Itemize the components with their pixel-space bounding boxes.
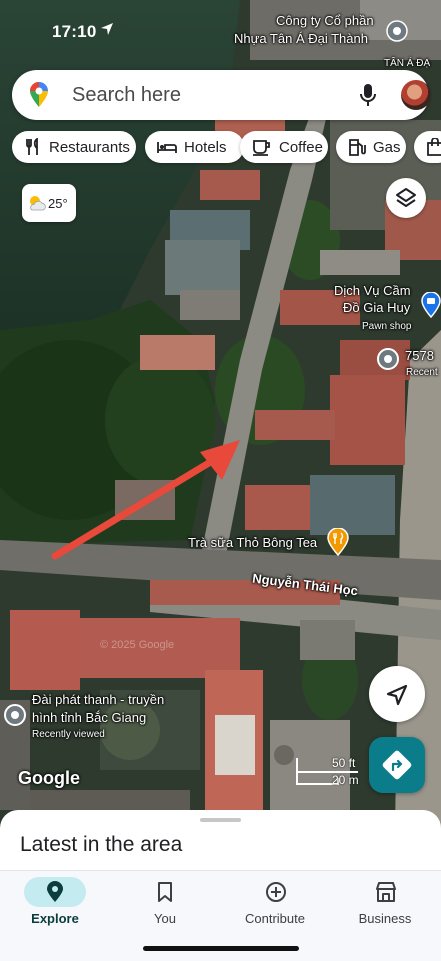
chip-coffee-label: Coffee — [279, 138, 323, 156]
bookmark-icon — [158, 882, 172, 902]
chip-hotels-label: Hotels — [184, 138, 227, 156]
map-layers-button[interactable] — [386, 178, 426, 218]
tab-explore[interactable]: Explore — [0, 871, 110, 941]
bed-icon — [157, 142, 177, 153]
tea-shop-label[interactable]: Trà sữa Thỏ Bông Tea — [188, 536, 317, 550]
radio-station-label-line2[interactable]: hình tỉnh Bắc Giang — [32, 711, 146, 725]
status-time: 17:10 — [52, 22, 97, 41]
google-logo: Google — [18, 768, 80, 788]
coffee-cup-icon — [253, 140, 270, 156]
my-location-button[interactable] — [369, 666, 425, 722]
profile-avatar[interactable] — [401, 80, 431, 110]
chip-restaurants-label: Restaurants — [49, 138, 130, 156]
sheet-title: Latest in the area — [20, 833, 183, 856]
chip-shopping[interactable] — [414, 131, 441, 163]
tab-contribute[interactable]: Contribute — [220, 871, 330, 941]
directions-button[interactable] — [369, 737, 425, 793]
recent-place-pin-icon[interactable] — [376, 347, 400, 371]
recently-viewed-label: Recently viewed — [32, 729, 105, 740]
chip-gas[interactable]: Gas — [336, 131, 406, 163]
layers-icon — [396, 188, 416, 207]
place-7578-label[interactable]: 7578 — [405, 349, 434, 363]
home-indicator — [143, 946, 299, 951]
partly-cloudy-icon — [30, 196, 46, 211]
directions-icon — [382, 750, 412, 780]
tab-business-label: Business — [358, 911, 412, 926]
add-circle-icon — [266, 882, 286, 902]
tab-contribute-label: Contribute — [245, 911, 305, 926]
shopping-bag-icon — [427, 138, 441, 156]
location-arrow-icon — [101, 23, 113, 35]
radio-station-label-line1[interactable]: Đài phát thanh - truyền — [32, 693, 164, 707]
pawn-shop-pin-icon[interactable] — [420, 292, 441, 318]
tab-you-label: You — [154, 911, 176, 926]
pawn-shop-name-line1[interactable]: Dịch Vụ Cầm — [334, 284, 411, 298]
pawn-shop-category: Pawn shop — [362, 321, 412, 332]
status-bar: 17:10 — [0, 0, 441, 60]
navigation-arrow-icon — [386, 684, 408, 706]
maps-logo-icon — [30, 82, 48, 107]
location-pin-icon — [47, 881, 63, 902]
satellite-map[interactable]: Công ty Cổ phần Nhựa Tân Á Đại Thành TÂN… — [0, 0, 441, 830]
search-bar[interactable]: Search here — [12, 70, 431, 120]
chip-restaurants[interactable]: Restaurants — [12, 131, 136, 163]
chip-hotels[interactable]: Hotels — [145, 131, 244, 163]
tea-shop-pin-icon[interactable] — [326, 528, 350, 556]
radio-station-pin-icon[interactable] — [3, 703, 27, 727]
map-scale: 50 ft 20 m — [296, 756, 360, 787]
recent-label-1: Recent — [406, 367, 438, 378]
scale-feet: 50 ft — [332, 756, 356, 770]
microphone-icon[interactable] — [359, 83, 377, 107]
tab-business[interactable]: Business — [330, 871, 440, 941]
fork-knife-icon — [26, 138, 38, 155]
weather-temperature: 25° — [48, 196, 68, 211]
search-input[interactable]: Search here — [72, 84, 181, 107]
map-watermark: © 2025 Google — [100, 639, 175, 651]
weather-widget[interactable]: 25° — [22, 184, 76, 222]
chip-gas-label: Gas — [373, 138, 401, 156]
storefront-icon — [376, 882, 396, 902]
scale-meters: 20 m — [332, 773, 359, 787]
tab-explore-label: Explore — [31, 911, 79, 926]
fuel-pump-icon — [349, 139, 366, 156]
sheet-drag-handle[interactable] — [200, 818, 241, 822]
chip-coffee[interactable]: Coffee — [240, 131, 328, 163]
tab-you[interactable]: You — [110, 871, 220, 941]
pawn-shop-name-line2[interactable]: Đồ Gia Huy — [343, 301, 410, 315]
